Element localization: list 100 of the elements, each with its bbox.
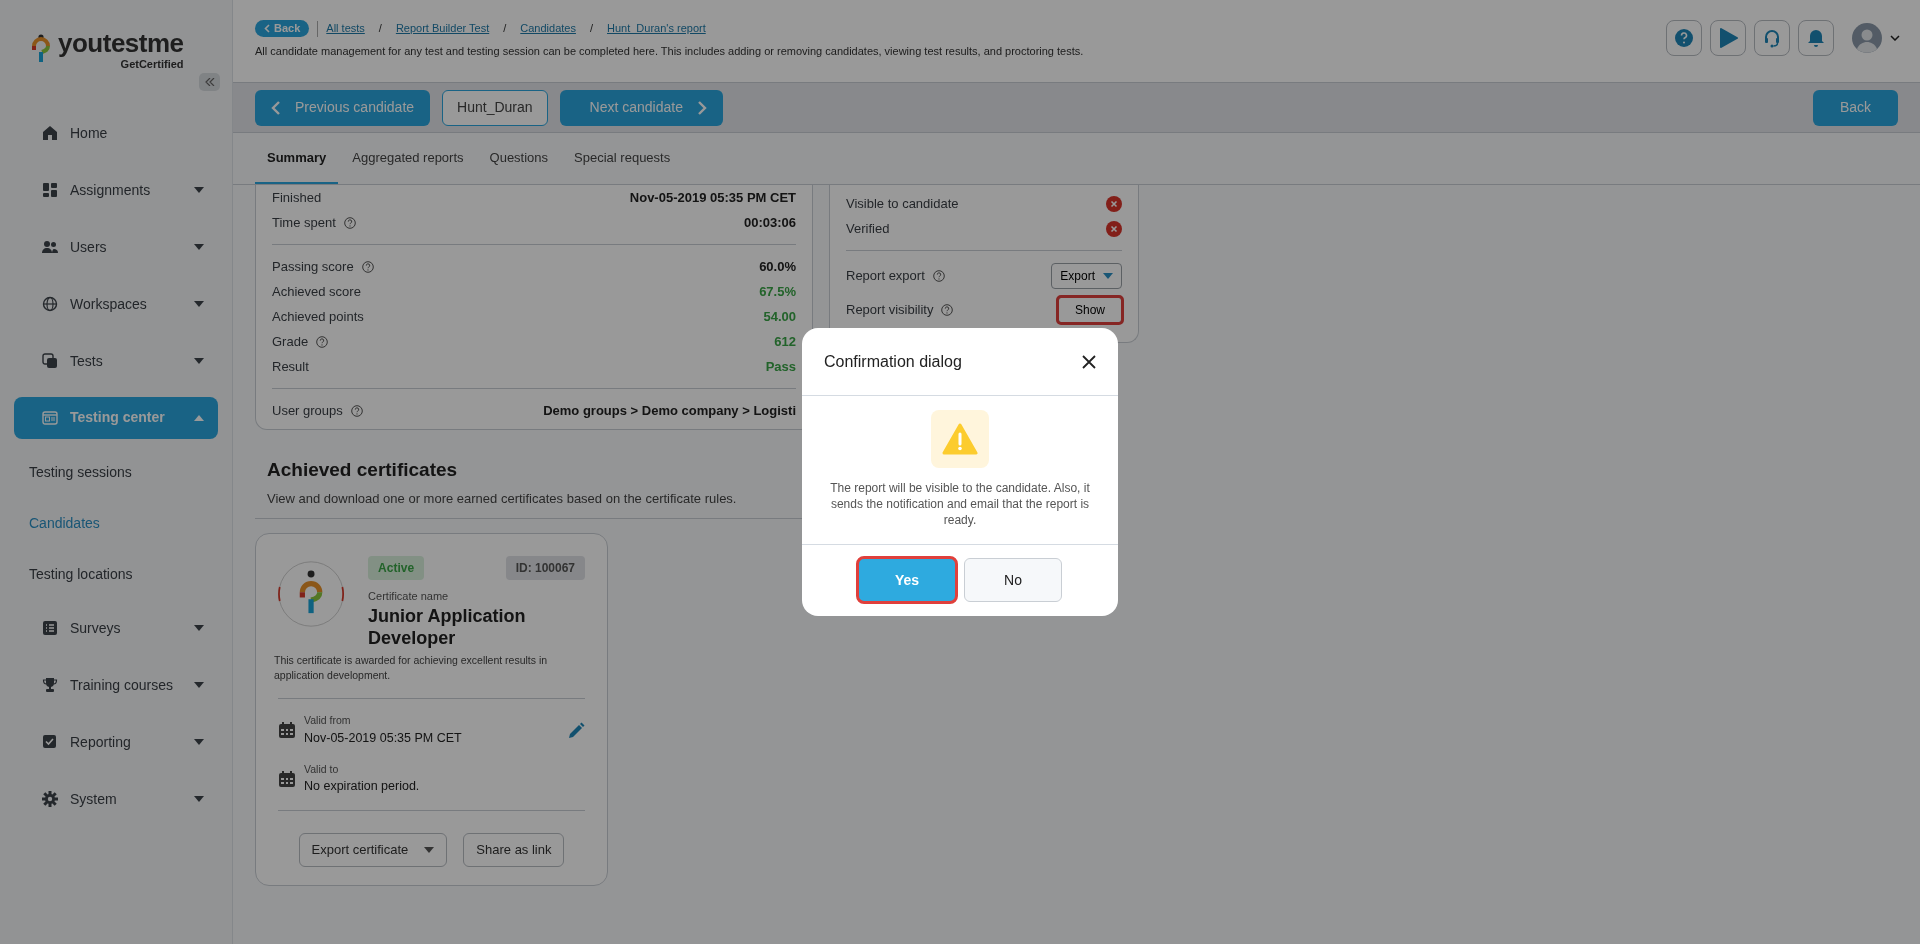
sidebar-item[interactable]: Users: [14, 218, 218, 276]
help-icon: [350, 404, 363, 417]
tab[interactable]: Questions: [477, 133, 561, 184]
headset-button[interactable]: [1754, 20, 1790, 56]
chevron-down-icon: [1890, 35, 1900, 41]
breadcrumb-separator: /: [378, 21, 382, 37]
field-value: Nov-05-2019 05:35 PM CET: [304, 729, 463, 747]
close-icon: [1082, 355, 1096, 370]
id-badge: ID: 100067: [505, 556, 585, 580]
tab[interactable]: Aggregated reports: [340, 133, 476, 184]
help-icon: [941, 304, 954, 316]
field-label: Time spent: [272, 213, 336, 232]
bell-button[interactable]: [1798, 20, 1834, 56]
sidebar-item[interactable]: Tests: [14, 332, 218, 390]
calendar-icon: [278, 769, 296, 788]
sidebar-subitem[interactable]: Candidates: [0, 497, 232, 549]
help-icon: [343, 216, 356, 229]
help-icon: [361, 260, 374, 273]
breadcrumb-link[interactable]: Report Builder Test: [395, 20, 490, 37]
chevron-left-icon: [271, 99, 281, 116]
warning-icon: [931, 410, 989, 468]
caret-down-icon: [424, 847, 435, 853]
chevron-left-icon: [264, 24, 270, 33]
calendar-card-icon: [42, 409, 58, 426]
certificate-description: This certificate is awarded for achieving excellent results in application development.: [274, 652, 549, 684]
caret-down-icon: [1103, 273, 1113, 279]
field-value: No expiration period.: [304, 778, 421, 796]
play-icon: [1718, 28, 1738, 48]
help-icon: [1674, 28, 1694, 48]
field-value: 54.00: [763, 307, 796, 326]
sidebar-subitem[interactable]: Testing locations: [0, 548, 232, 600]
collapse-sidebar-button[interactable]: [199, 72, 220, 91]
dashboard-icon: [42, 182, 58, 198]
caret-down-icon: [194, 739, 204, 745]
caret-down-icon: [194, 796, 204, 802]
caret-down-icon: [194, 625, 204, 631]
share-link-button[interactable]: Share as link: [463, 833, 565, 867]
globe-icon: [42, 296, 58, 312]
breadcrumb-link[interactable]: Candidates: [520, 20, 576, 37]
help-icon: [932, 270, 945, 282]
play-button[interactable]: [1710, 20, 1746, 56]
bell-icon: [1806, 28, 1826, 48]
trophy-icon: [42, 677, 58, 693]
sidebar-subitem[interactable]: Testing sessions: [0, 446, 232, 498]
sidebar-item[interactable]: Reporting: [14, 713, 218, 771]
status-label: Verified: [846, 219, 890, 238]
caret-down-icon: [194, 358, 204, 364]
field-label: Report export: [846, 267, 925, 286]
export-dropdown[interactable]: Export: [1051, 263, 1122, 289]
confirm-button[interactable]: Yes: [858, 558, 956, 602]
chevron-right-icon: [697, 99, 707, 116]
help-icon: [316, 335, 329, 348]
field-label: Report visibility: [846, 301, 934, 320]
field-value: 00:03:06: [743, 213, 796, 232]
certificate-name: Junior Application Developer: [368, 604, 527, 649]
field-label: User groups: [272, 401, 343, 420]
candidate-name-button[interactable]: Hunt_Duran: [442, 89, 548, 126]
edit-button[interactable]: [567, 720, 585, 741]
field-value: 67.5%: [759, 282, 796, 301]
export-certificate-dropdown[interactable]: Export certificate: [298, 833, 448, 867]
gear-icon: [42, 791, 58, 807]
caret-up-icon: [194, 414, 204, 421]
field-label: Finished: [272, 188, 322, 207]
caret-down-icon: [194, 301, 204, 307]
calendar-icon: [278, 721, 296, 740]
dialog-message: The report will be visible to the candidate. Also, it sends the notification and email that the report is ready.: [829, 480, 1091, 528]
sidebar-item[interactable]: Training courses: [14, 656, 218, 714]
pencil-icon: [567, 722, 585, 741]
field-value: 612: [774, 332, 796, 351]
users-icon: [42, 239, 58, 255]
logo-tagline: GetCertified: [119, 57, 184, 72]
caret-down-icon: [194, 244, 204, 250]
caret-down-icon: [194, 682, 204, 688]
status-label: Visible to candidate: [846, 194, 959, 213]
field-label: Result: [272, 357, 309, 376]
section-title: Achieved certificates: [267, 458, 459, 482]
field-value: Pass: [765, 357, 796, 376]
sidebar-item[interactable]: System: [14, 770, 218, 828]
double-chevron-left-icon: [204, 77, 215, 86]
breadcrumb-link[interactable]: Hunt_Duran's report: [607, 20, 706, 37]
field-value: 60.0%: [759, 257, 796, 276]
sidebar-item[interactable]: Workspaces: [14, 275, 218, 333]
section-subtitle: View and download one or more earned certificates based on the certificate rules.: [267, 489, 737, 508]
logo-text: youtestme: [58, 30, 184, 56]
sidebar-item[interactable]: Surveys: [14, 599, 218, 657]
breadcrumb-link[interactable]: All tests: [326, 20, 365, 37]
caret-down-icon: [194, 187, 204, 193]
dialog-title: Confirmation dialog: [824, 351, 962, 372]
avatar[interactable]: [1852, 23, 1882, 53]
field-label: Grade: [272, 332, 309, 351]
breadcrumb-separator: /: [589, 21, 593, 37]
field-label: Valid from: [304, 713, 352, 728]
help-button[interactable]: [1666, 20, 1702, 56]
headset-icon: [1762, 28, 1782, 48]
sidebar-item[interactable]: Assignments: [14, 161, 218, 219]
show-button[interactable]: Show: [1057, 297, 1122, 323]
cancel-button[interactable]: No: [964, 558, 1062, 602]
field-value: Demo groups > Demo company > Logisti: [543, 401, 796, 420]
sidebar-item[interactable]: Home: [14, 104, 218, 162]
tab[interactable]: Special requests: [562, 133, 683, 184]
